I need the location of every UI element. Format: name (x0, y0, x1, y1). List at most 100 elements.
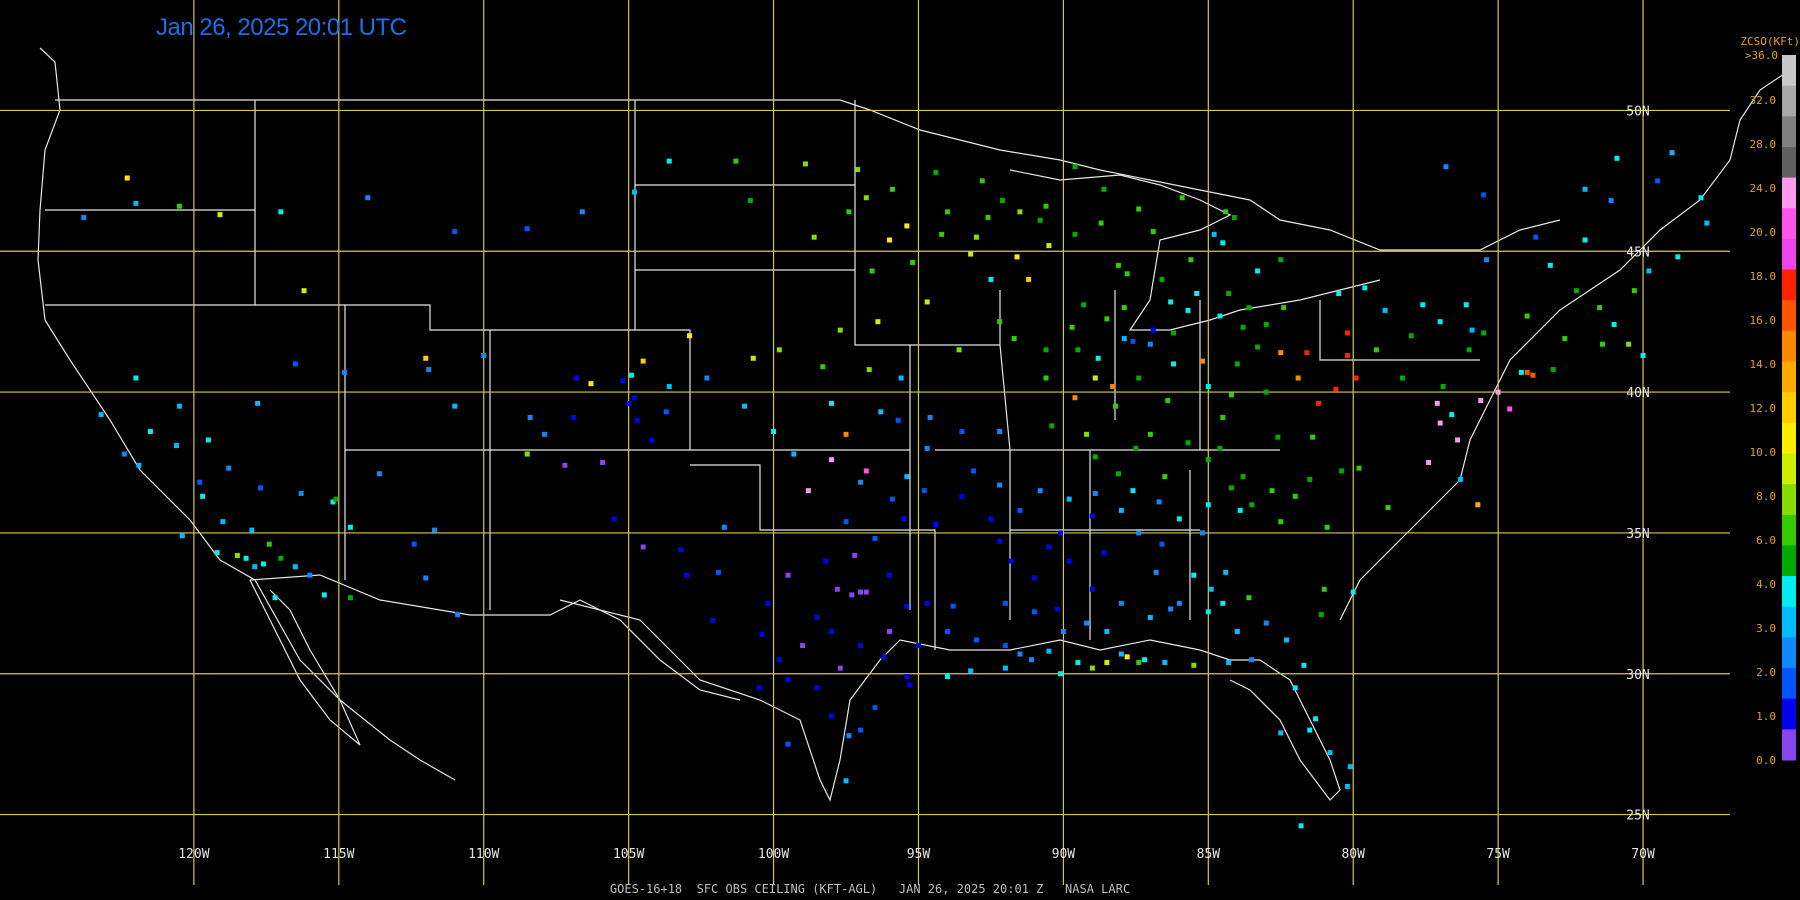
station-marker (579, 209, 585, 215)
station-marker (1313, 716, 1319, 722)
station-marker (1191, 662, 1197, 668)
station-marker (1171, 330, 1177, 336)
station-marker (939, 231, 945, 237)
station-marker (272, 595, 278, 601)
station-marker (1463, 302, 1469, 308)
lat-label: 50N (1626, 104, 1649, 119)
station-marker (1675, 254, 1681, 260)
station-marker (1350, 589, 1356, 595)
station-marker (921, 488, 927, 494)
station-marker (1344, 330, 1350, 336)
station-marker (1292, 493, 1298, 499)
station-marker (562, 462, 568, 468)
station-marker (200, 493, 206, 499)
station-marker (121, 451, 127, 457)
station-marker (956, 347, 962, 353)
station-marker (1118, 651, 1124, 657)
station-marker (1043, 375, 1049, 381)
station-marker (179, 533, 185, 539)
station-marker (1344, 783, 1350, 789)
station-marker (1075, 347, 1081, 353)
station-marker (1014, 254, 1020, 260)
station-marker (431, 527, 437, 533)
station-marker (997, 319, 1003, 325)
station-marker (1246, 305, 1252, 311)
lon-label: 110W (468, 847, 499, 862)
station-marker (837, 665, 843, 671)
station-marker (924, 299, 930, 305)
station-marker (742, 403, 748, 409)
station-marker (1278, 257, 1284, 263)
station-marker (1113, 403, 1119, 409)
station-marker (1223, 569, 1229, 575)
station-marker (1072, 395, 1078, 401)
footer-text: GOES-16+18 SFC OBS CEILING (KFT-AGL) JAN… (609, 882, 1131, 896)
station-marker (663, 409, 669, 415)
station-marker (1043, 347, 1049, 353)
station-marker (915, 643, 921, 649)
legend-label: 3.0 (1756, 622, 1776, 635)
station-marker (1205, 457, 1211, 463)
station-marker (1136, 206, 1142, 212)
station-marker (1231, 214, 1237, 220)
station-marker (1104, 659, 1110, 665)
station-marker (756, 685, 762, 691)
station-marker (1115, 471, 1121, 477)
station-marker (881, 654, 887, 660)
timestamp-title: Jan 26, 2025 20:01 UTC (156, 14, 407, 41)
station-marker (214, 550, 220, 556)
lon-label: 75W (1486, 847, 1510, 862)
station-marker (988, 516, 994, 522)
station-marker (1310, 434, 1316, 440)
station-marker (133, 200, 139, 206)
station-marker (600, 460, 606, 465)
station-marker (1147, 614, 1153, 620)
station-marker (1275, 434, 1281, 440)
station-marker (895, 417, 901, 423)
station-marker (1156, 499, 1162, 505)
station-marker (1089, 586, 1095, 592)
station-marker (258, 485, 264, 491)
station-marker (197, 479, 203, 485)
station-marker (481, 352, 487, 358)
legend-swatch (1782, 606, 1796, 638)
station-marker (649, 437, 655, 443)
station-marker (910, 260, 916, 266)
station-marker (1484, 257, 1490, 263)
legend-swatch (1782, 576, 1796, 608)
station-marker (904, 674, 910, 680)
station-marker (1611, 321, 1617, 327)
station-marker (973, 234, 979, 240)
station-marker (1217, 445, 1223, 451)
station-marker (791, 451, 797, 457)
legend-swatch (1782, 330, 1796, 363)
station-marker (1466, 347, 1472, 353)
station-marker (205, 437, 211, 443)
station-marker (1159, 276, 1165, 282)
legend-swatch (1782, 698, 1796, 730)
legend-label: 2.0 (1756, 666, 1776, 679)
station-marker (1057, 530, 1063, 536)
station-marker (1455, 437, 1461, 443)
station-marker (176, 203, 182, 209)
station-marker (1385, 505, 1391, 511)
station-marker (1150, 229, 1156, 235)
legend-swatch (1782, 85, 1796, 117)
station-marker (1168, 606, 1174, 612)
station-marker (971, 468, 977, 474)
station-marker (846, 209, 852, 215)
station-marker (1226, 291, 1232, 296)
station-marker (733, 158, 739, 164)
station-marker (1240, 324, 1246, 330)
legend-label: 6.0 (1756, 534, 1776, 547)
station-marker (376, 471, 382, 477)
station-marker (1000, 198, 1006, 204)
product-caption: GOES-16+18 SFC OBS CEILING (KFT-AGL) JAN… (0, 882, 1800, 896)
station-marker (849, 592, 855, 598)
station-marker (715, 569, 721, 575)
station-marker (1518, 369, 1524, 375)
station-marker (820, 364, 826, 370)
station-marker (800, 643, 806, 649)
station-marker (1046, 544, 1052, 550)
station-marker (1101, 186, 1107, 192)
